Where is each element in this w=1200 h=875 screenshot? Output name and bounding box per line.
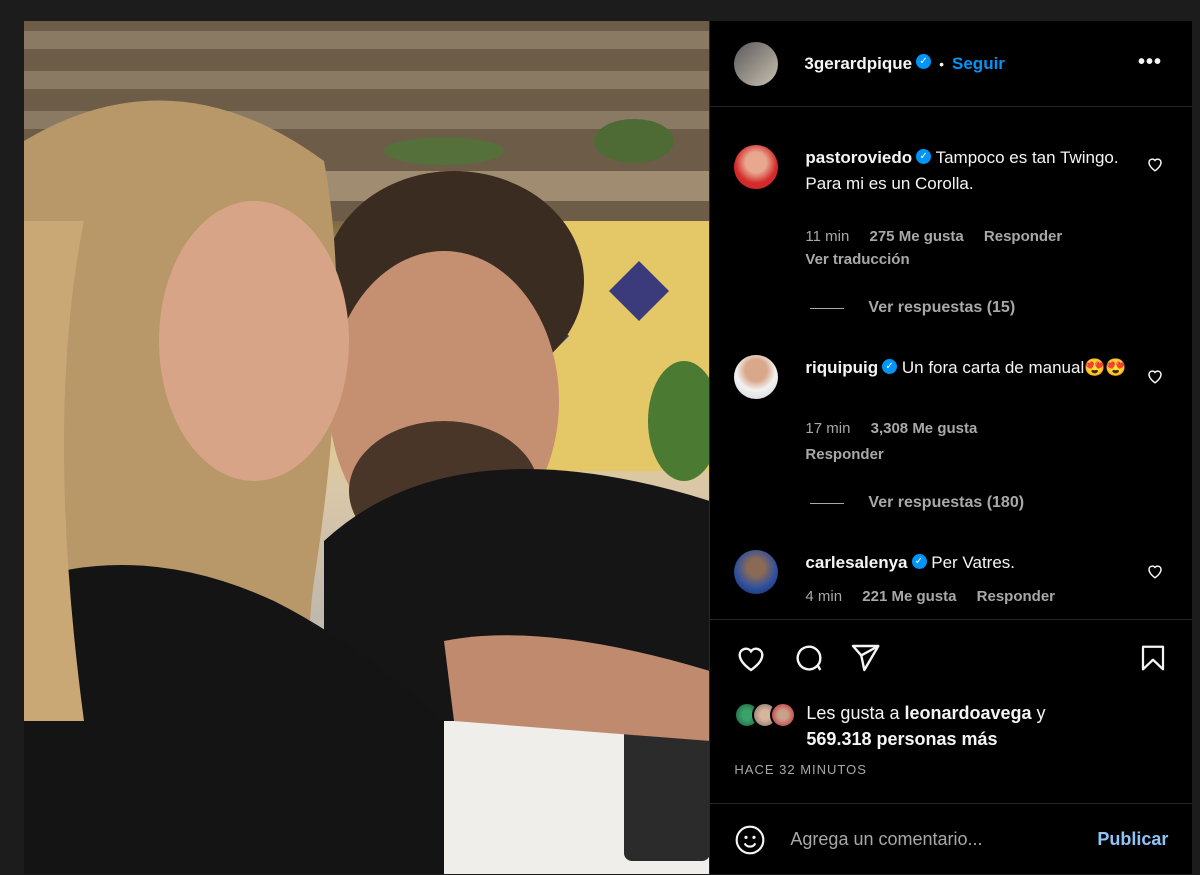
comment-like-heart-icon[interactable] — [1146, 155, 1164, 173]
author-username[interactable]: 3gerardpique — [804, 54, 912, 74]
likes-user-link[interactable]: leonardoavega — [904, 703, 1031, 723]
comment-input[interactable] — [788, 828, 1083, 851]
liker-avatar[interactable] — [770, 702, 797, 728]
reply-row: Responder — [805, 443, 899, 467]
view-replies-button[interactable]: Ver respuestas (15) — [810, 299, 1015, 317]
reply-button[interactable]: Responder — [805, 446, 883, 463]
comment-like-heart-icon[interactable] — [1146, 562, 1164, 580]
view-replies-label: Ver respuestas (15) — [868, 299, 1016, 316]
instagram-post: 3gerardpique ✓ • Seguir ••• pastoroviedo… — [24, 21, 1193, 875]
view-replies-button[interactable]: Ver respuestas (180) — [810, 494, 1024, 512]
reply-button[interactable]: Responder — [984, 228, 1062, 245]
commenter-avatar[interactable] — [734, 145, 779, 189]
post-side-panel: 3gerardpique ✓ • Seguir ••• pastoroviedo… — [709, 21, 1193, 875]
comments-list[interactable]: pastoroviedo ✓ Tampoco es tan Twingo. Par… — [710, 107, 1192, 619]
comment-likes[interactable]: 275 Me gusta — [870, 228, 964, 245]
commenter-avatar[interactable] — [734, 550, 779, 594]
verified-badge-icon: ✓ — [911, 554, 927, 570]
comment-meta: 11 min 275 Me gusta Responder — [805, 225, 1078, 249]
comment-username[interactable]: carlesalenya — [805, 553, 907, 572]
replies-divider-line — [810, 307, 845, 309]
likes-text: Les gusta a leonardoavega y 569.318 pers… — [806, 700, 1045, 752]
comment-meta: 4 min 221 Me gusta Responder — [805, 585, 1071, 609]
more-options-icon[interactable]: ••• — [1138, 51, 1162, 74]
comment-text-block: riquipuig ✓ Un fora carta de manual😍😍 — [805, 355, 1135, 381]
author-avatar[interactable] — [734, 41, 779, 86]
view-replies-label: Ver respuestas (180) — [868, 494, 1025, 511]
comment-time: 4 min — [805, 588, 843, 605]
comment-composer: Publicar — [710, 803, 1193, 875]
reply-button[interactable]: Responder — [977, 588, 1055, 605]
publish-button[interactable]: Publicar — [1097, 829, 1168, 850]
comment-text-block: pastoroviedo ✓ Tampoco es tan Twingo. Par… — [805, 145, 1135, 197]
post-timestamp[interactable]: HACE 32 MINUTOS — [734, 762, 867, 777]
comment-body: Un fora carta de manual😍😍 — [901, 358, 1127, 377]
post-photo-illustration — [24, 21, 710, 874]
comment-username[interactable]: pastoroviedo — [805, 148, 912, 167]
save-bookmark-icon[interactable] — [1138, 642, 1168, 674]
liker-avatars — [734, 702, 797, 728]
share-send-icon[interactable] — [848, 642, 882, 674]
follow-button[interactable]: Seguir — [952, 54, 1005, 74]
separator-dot: • — [939, 55, 945, 72]
verified-badge-icon: ✓ — [916, 149, 932, 165]
see-translation-link[interactable]: Ver traducción — [805, 251, 909, 268]
comment-time: 17 min — [805, 420, 851, 437]
likes-prefix: Les gusta a — [806, 703, 905, 723]
post-photo[interactable] — [24, 21, 710, 874]
likes-connector: y — [1031, 703, 1046, 723]
comment-body: Per Vatres. — [931, 553, 1016, 572]
post-header: 3gerardpique ✓ • Seguir ••• — [710, 21, 1192, 107]
comment-likes[interactable]: 221 Me gusta — [862, 588, 956, 605]
likes-count-link[interactable]: 569.318 personas más — [806, 729, 997, 749]
comment-text-block: carlesalenya ✓ Per Vatres. — [805, 550, 1135, 576]
comment-likes[interactable]: 3,308 Me gusta — [871, 420, 978, 437]
emoji-picker-icon[interactable] — [734, 824, 766, 856]
replies-divider-line — [810, 502, 845, 504]
comment-like-heart-icon[interactable] — [1146, 367, 1164, 385]
like-heart-icon[interactable] — [734, 642, 768, 674]
verified-badge-icon: ✓ — [882, 359, 898, 375]
commenter-avatar[interactable] — [734, 355, 779, 399]
verified-badge-icon: ✓ — [916, 54, 932, 69]
comment-username[interactable]: riquipuig — [805, 358, 878, 377]
translate-link-row: Ver traducción — [805, 248, 925, 272]
likes-summary: Les gusta a leonardoavega y 569.318 pers… — [734, 700, 1046, 752]
post-actions-section: Les gusta a leonardoavega y 569.318 pers… — [710, 619, 1193, 875]
comment-bubble-icon[interactable] — [792, 642, 826, 674]
comment-time: 11 min — [805, 228, 850, 245]
comment-meta: 17 min 3,308 Me gusta — [805, 417, 993, 441]
